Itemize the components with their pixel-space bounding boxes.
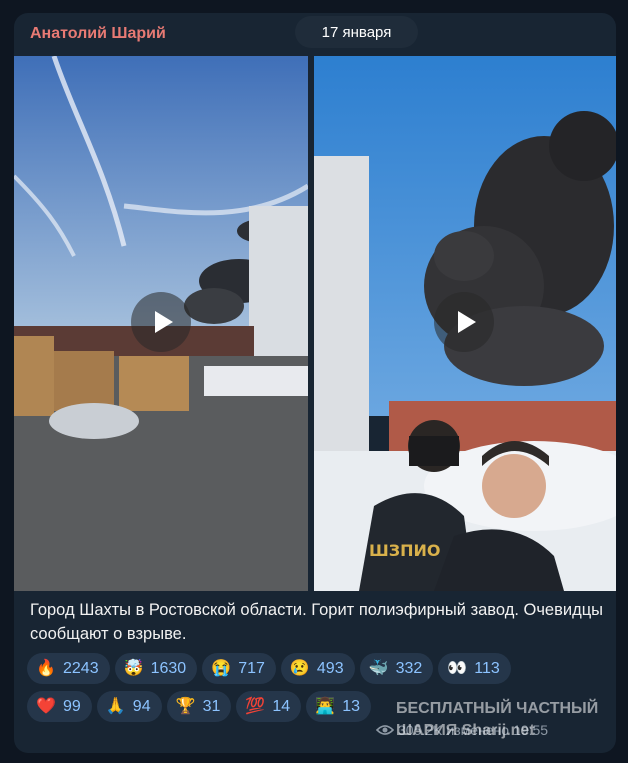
reaction-count: 99	[63, 697, 81, 715]
red-heart-icon: ❤️	[36, 697, 56, 715]
play-button[interactable]	[131, 292, 191, 352]
fire-icon: 🔥	[36, 659, 56, 677]
message-meta: 305.2K изменено 19:55	[376, 722, 548, 738]
svg-text:ШЗПИО: ШЗПИО	[369, 541, 441, 560]
reaction-count: 113	[474, 659, 500, 677]
hundred-points-icon: 💯	[245, 697, 266, 715]
eye-icon	[376, 725, 394, 735]
reaction-fire[interactable]: 🔥 2243	[27, 653, 110, 684]
watermark-line-1: БЕСПЛАТНЫЙ ЧАСТНЫЙ	[396, 700, 599, 717]
exploding-head-icon: 🤯	[123, 659, 144, 677]
crying-face-icon: 😭	[211, 659, 232, 677]
reaction-sad-face[interactable]: 😢 493	[280, 653, 355, 684]
reaction-exploding-head[interactable]: 🤯 1630	[114, 653, 198, 684]
reaction-praying-hands[interactable]: 🙏 94	[96, 691, 162, 722]
channel-author-name[interactable]: Анатолий Шарий	[30, 25, 166, 43]
trophy-icon: 🏆	[175, 697, 196, 715]
reaction-count: 2243	[63, 659, 99, 677]
reaction-crying-face[interactable]: 😭 717	[202, 653, 276, 684]
reaction-count: 1630	[150, 659, 187, 677]
reaction-hundred-points[interactable]: 💯 14	[236, 691, 302, 722]
video-thumbnail-1[interactable]	[14, 56, 308, 591]
message-time: 19:55	[513, 722, 549, 738]
reaction-count: 493	[316, 659, 344, 677]
reaction-trophy[interactable]: 🏆 31	[166, 691, 232, 722]
post-caption: Город Шахты в Ростовской области. Горит …	[30, 601, 604, 643]
reaction-count: 332	[395, 659, 423, 677]
reaction-whale[interactable]: 🐳 332	[359, 653, 434, 684]
whale-icon: 🐳	[368, 659, 389, 677]
reaction-man-technologist[interactable]: 👨‍💻 13	[306, 691, 371, 722]
edited-label: изменено	[446, 722, 510, 738]
play-button[interactable]	[434, 292, 494, 352]
reaction-count: 94	[132, 697, 151, 715]
reaction-count: 13	[342, 697, 360, 715]
reaction-count: 31	[202, 697, 221, 715]
praying-hands-icon: 🙏	[105, 697, 126, 715]
sad-face-icon: 😢	[289, 659, 310, 677]
reaction-count: 717	[238, 659, 265, 677]
reaction-count: 14	[272, 697, 291, 715]
video-thumbnail-2[interactable]: ШЗПИО	[314, 56, 616, 591]
reaction-eyes[interactable]: 👀 113	[438, 653, 511, 684]
views-count: 305.2K	[398, 722, 443, 738]
eyes-icon: 👀	[447, 659, 468, 677]
message-bubble: Анатолий Шарий 17 января ШЗПИО Город Шах…	[14, 13, 616, 753]
reaction-red-heart[interactable]: ❤️ 99	[27, 691, 92, 722]
man-technologist-icon: 👨‍💻	[315, 697, 336, 715]
date-badge: 17 января	[295, 16, 418, 48]
